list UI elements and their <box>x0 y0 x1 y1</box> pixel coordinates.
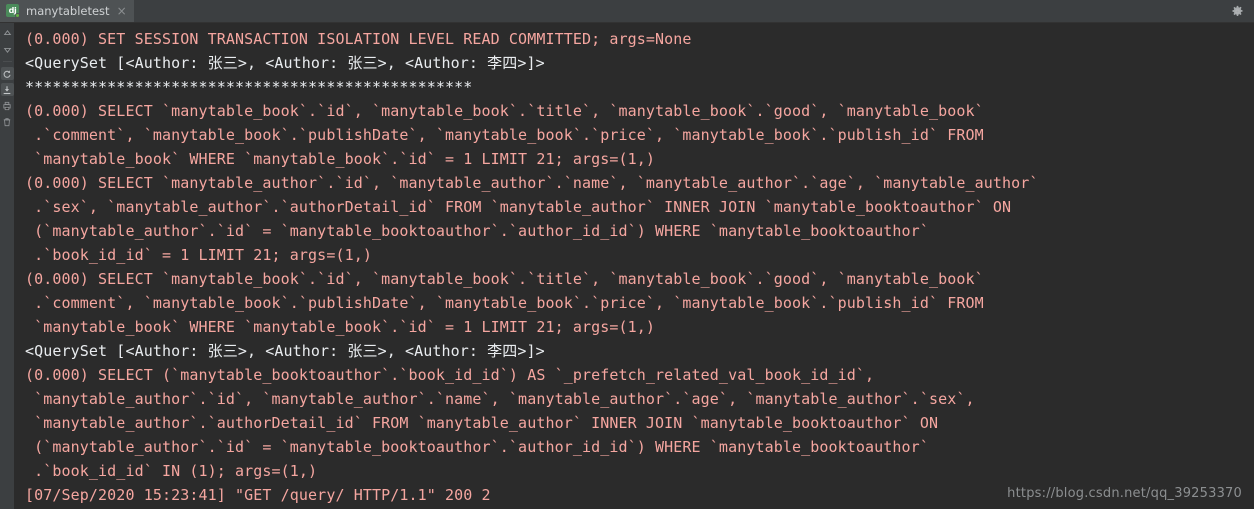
down-arrow-icon-button[interactable] <box>1 43 14 56</box>
log-line: `manytable_author`.`authorDetail_id` FRO… <box>25 414 939 432</box>
log-line: (0.000) SELECT (`manytable_booktoauthor`… <box>25 366 875 384</box>
log-line: <QuerySet [<Author: 张三>, <Author: 张三>, <… <box>25 54 545 72</box>
scroll-to-end-icon-button[interactable] <box>0 83 14 96</box>
up-arrow-icon-button[interactable] <box>1 27 14 40</box>
close-icon[interactable]: × <box>116 5 127 17</box>
log-line: `manytable_book` WHERE `manytable_book`.… <box>25 318 656 336</box>
log-line: (0.000) SELECT `manytable_book`.`id`, `m… <box>25 102 984 120</box>
log-line: .`sex`, `manytable_author`.`authorDetail… <box>25 198 1012 216</box>
gear-icon <box>1231 5 1244 18</box>
log-line: (0.000) SELECT `manytable_author`.`id`, … <box>25 174 1039 192</box>
django-run-icon: dj <box>6 4 20 18</box>
watermark-url: https://blog.csdn.net/qq_39253370 <box>1007 486 1242 501</box>
tab-bar: dj manytabletest × <box>0 0 1254 23</box>
log-line: <QuerySet [<Author: 张三>, <Author: 张三>, <… <box>25 342 545 360</box>
console-output[interactable]: (0.000) SET SESSION TRANSACTION ISOLATIO… <box>15 23 1254 509</box>
log-line: (`manytable_author`.`id` = `manytable_bo… <box>25 438 929 456</box>
log-line: .`comment`, `manytable_book`.`publishDat… <box>25 294 984 312</box>
settings-button[interactable] <box>1220 0 1254 22</box>
log-line: ****************************************… <box>25 78 473 96</box>
log-line: .`book_id_id` IN (1); args=(1,) <box>25 462 318 480</box>
print-icon-button[interactable] <box>1 99 14 112</box>
log-line-list: (0.000) SET SESSION TRANSACTION ISOLATIO… <box>25 27 1254 507</box>
log-line: (`manytable_author`.`id` = `manytable_bo… <box>25 222 929 240</box>
log-line: (0.000) SET SESSION TRANSACTION ISOLATIO… <box>25 30 692 48</box>
log-line: .`book_id_id` = 1 LIMIT 21; args=(1,) <box>25 246 372 264</box>
tab-manytabletest[interactable]: dj manytabletest × <box>0 0 134 22</box>
console-area: (0.000) SET SESSION TRANSACTION ISOLATIO… <box>0 23 1254 509</box>
run-console-window: dj manytabletest × (0.000) SET SESSION T… <box>0 0 1254 509</box>
rerun-icon-button[interactable] <box>0 67 14 80</box>
toolbar-divider <box>2 61 12 62</box>
tab-label: manytabletest <box>26 4 110 18</box>
tab-bar-filler <box>134 0 1220 22</box>
log-line: (0.000) SELECT `manytable_book`.`id`, `m… <box>25 270 984 288</box>
trash-icon-button[interactable] <box>1 115 14 128</box>
log-line: `manytable_author`.`id`, `manytable_auth… <box>25 390 975 408</box>
log-line: `manytable_book` WHERE `manytable_book`.… <box>25 150 656 168</box>
run-toolbar <box>0 23 15 509</box>
running-status-dot <box>15 13 20 18</box>
log-line: .`comment`, `manytable_book`.`publishDat… <box>25 126 984 144</box>
